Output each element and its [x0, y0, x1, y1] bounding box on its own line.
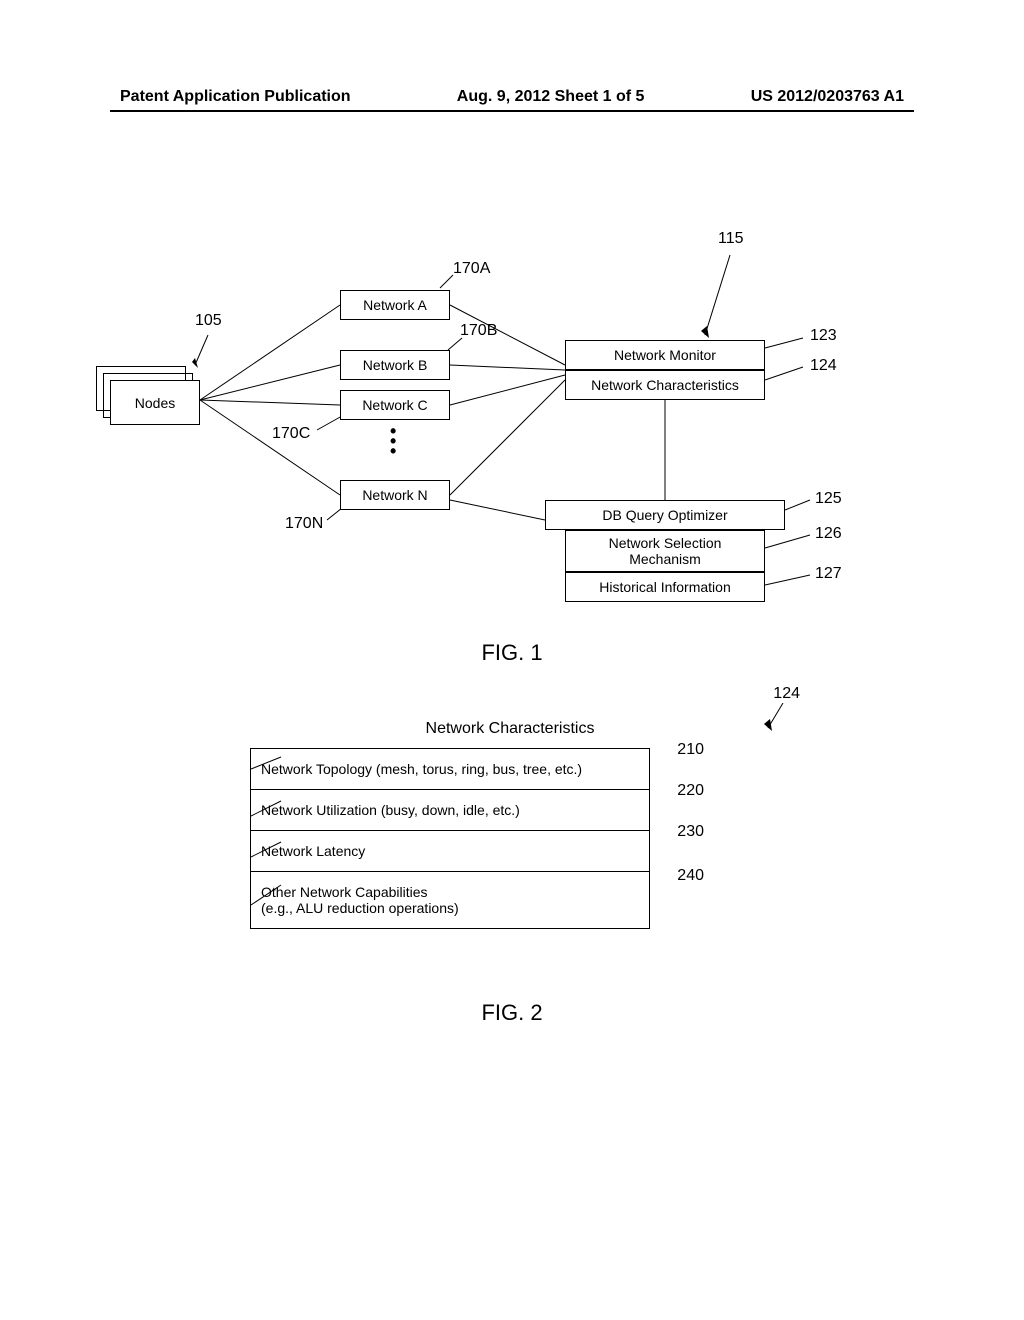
- network-characteristics-box: Network Characteristics: [565, 370, 765, 400]
- label-170n: 170N: [285, 515, 323, 533]
- label-230: 230: [677, 823, 704, 841]
- header-right: US 2012/0203763 A1: [751, 88, 904, 106]
- network-selection-box: Network Selection Mechanism: [565, 530, 765, 572]
- figure-2: 124 Network Characteristics Network Topo…: [250, 720, 770, 929]
- header-center: Aug. 9, 2012 Sheet 1 of 5: [457, 88, 645, 106]
- label-126: 126: [815, 525, 842, 543]
- other-capabilities-row: Other Network Capabilities (e.g., ALU re…: [250, 872, 650, 929]
- label-220: 220: [677, 782, 704, 800]
- label-124-text: 124: [773, 685, 800, 702]
- network-c-box: Network C: [340, 390, 450, 420]
- capabilities-text-1: Other Network Capabilities: [261, 884, 428, 900]
- network-b-box: Network B: [340, 350, 450, 380]
- label-125: 125: [815, 490, 842, 508]
- label-124-fig2: 124: [773, 685, 800, 703]
- figure-1: Nodes Network A Network B Network C ••• …: [110, 230, 910, 630]
- page-header: Patent Application Publication Aug. 9, 2…: [0, 88, 1024, 106]
- fig2-heading: Network Characteristics: [250, 720, 770, 738]
- db-query-optimizer-box: DB Query Optimizer: [545, 500, 785, 530]
- ellipsis-icon: •••: [390, 426, 396, 456]
- capabilities-text-2: (e.g., ALU reduction operations): [261, 900, 459, 916]
- latency-text: Network Latency: [261, 843, 365, 859]
- header-left: Patent Application Publication: [120, 88, 351, 106]
- label-127: 127: [815, 565, 842, 583]
- historical-info-box: Historical Information: [565, 572, 765, 602]
- topology-text: Network Topology (mesh, torus, ring, bus…: [261, 761, 582, 777]
- label-123: 123: [810, 327, 837, 345]
- network-topology-row: Network Topology (mesh, torus, ring, bus…: [250, 748, 650, 790]
- label-240: 240: [677, 867, 704, 885]
- network-n-box: Network N: [340, 480, 450, 510]
- label-115: 115: [718, 230, 744, 248]
- label-105: 105: [195, 312, 222, 330]
- network-utilization-row: Network Utilization (busy, down, idle, e…: [250, 790, 650, 831]
- utilization-text: Network Utilization (busy, down, idle, e…: [261, 802, 520, 818]
- label-210: 210: [677, 741, 704, 759]
- figure-1-title: FIG. 1: [481, 640, 542, 666]
- label-170c: 170C: [272, 425, 310, 443]
- label-170a: 170A: [453, 260, 490, 278]
- figure-2-title: FIG. 2: [481, 1000, 542, 1026]
- label-124: 124: [810, 357, 837, 375]
- header-divider: [110, 110, 914, 112]
- network-a-box: Network A: [340, 290, 450, 320]
- network-latency-row: Network Latency 230: [250, 831, 650, 872]
- nodes-box: Nodes: [110, 380, 200, 425]
- label-170b: 170B: [460, 322, 497, 340]
- fig1-connections: [110, 230, 910, 650]
- network-monitor-box: Network Monitor: [565, 340, 765, 370]
